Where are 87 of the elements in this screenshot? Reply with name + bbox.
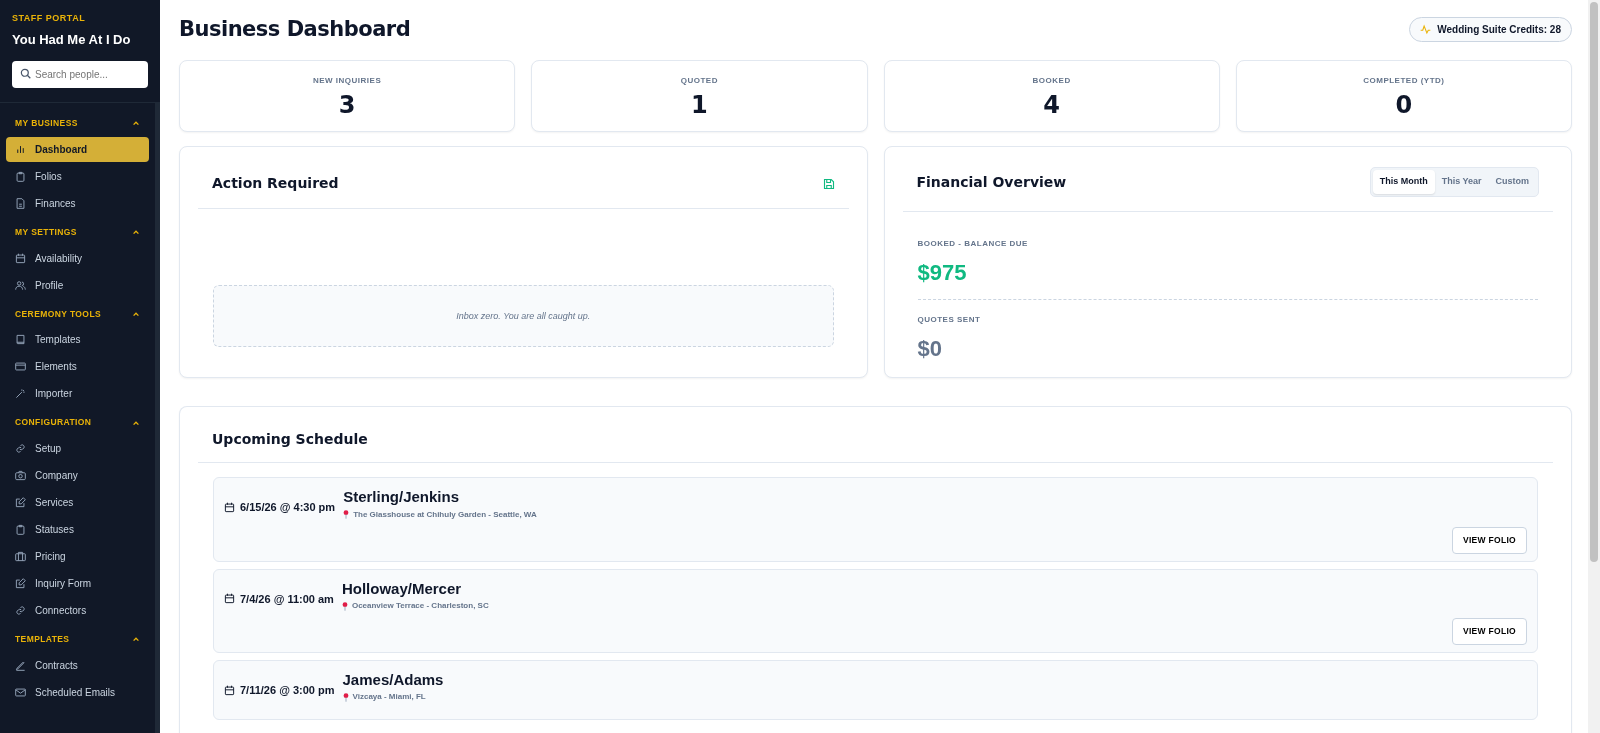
section-header[interactable]: CONFIGURATION: [6, 408, 149, 436]
sidebar-item[interactable]: Elements: [6, 354, 149, 380]
sidebar-item[interactable]: Services: [6, 490, 149, 515]
card-title: Financial Overview: [916, 172, 1067, 192]
stat-label: COMPLETED (YTD): [1362, 74, 1446, 87]
stat-value: 1: [690, 90, 709, 120]
page-title: Business Dashboard: [179, 16, 411, 43]
search-icon: [20, 68, 31, 79]
sidebar-item[interactable]: Templates: [6, 327, 149, 353]
portal-label: STAFF PORTAL: [12, 12, 87, 25]
pin-icon: [342, 692, 349, 702]
chevron-up-icon: [132, 635, 140, 644]
book-icon: [15, 334, 26, 346]
save-icon[interactable]: [822, 177, 835, 190]
view-folio-button[interactable]: VIEW FOLIO: [1451, 618, 1527, 645]
sidebar-item[interactable]: Dashboard: [6, 136, 149, 162]
sidebar-item[interactable]: Inquiry Form: [6, 571, 149, 596]
stat-value: 4: [1042, 90, 1061, 120]
stat-label: NEW INQUIRIES: [312, 74, 383, 87]
sidebar-item[interactable]: Scheduled Emails: [6, 679, 149, 705]
card-title: Action Required: [212, 174, 339, 194]
scrollbar[interactable]: [1588, 0, 1600, 733]
metric-value: $975: [917, 258, 968, 287]
edit-icon: [15, 497, 26, 508]
briefcase-icon: [15, 551, 26, 562]
sidebar-item[interactable]: Availability: [6, 245, 149, 271]
stat-label: QUOTED: [679, 74, 719, 87]
card-icon: [15, 361, 26, 373]
sidebar-item[interactable]: Contracts: [6, 652, 149, 678]
section-header[interactable]: TEMPLATES: [6, 625, 149, 653]
brand-name: You Had Me At I Do: [12, 30, 132, 49]
pin-icon: [343, 510, 350, 520]
clipboard-icon: [15, 524, 26, 535]
sidebar-item[interactable]: Setup: [6, 436, 149, 461]
sidebar-item[interactable]: Pricing: [6, 544, 149, 569]
pulse-icon: [1420, 24, 1432, 36]
sidebar-item[interactable]: Company: [6, 463, 149, 488]
calendar-icon: [224, 502, 235, 514]
stat-label: BOOKED: [1031, 74, 1072, 87]
metric-label: BOOKED - BALANCE DUE: [917, 237, 1029, 250]
sidebar-item[interactable]: Statuses: [6, 517, 149, 542]
section-header[interactable]: MY BUSINESS: [6, 109, 149, 137]
credits-text: Wedding Suite Credits: 28: [1437, 23, 1561, 38]
event-date: 7/11/26 @ 3:00 pm: [240, 682, 335, 698]
event-location: Vizcaya - Miami, FL: [352, 691, 426, 704]
metric-value: $0: [917, 334, 943, 363]
calendar-icon: [15, 252, 26, 264]
chevron-up-icon: [132, 119, 140, 128]
pin-icon: [341, 601, 348, 611]
section-header[interactable]: CEREMONY TOOLS: [6, 299, 149, 328]
stat-value: 3: [337, 90, 357, 120]
event-location: The Glasshouse at Chihuly Garden - Seattle, WA: [353, 508, 537, 521]
link-icon: [15, 605, 26, 616]
calendar-icon: [224, 684, 235, 696]
empty-message: Inbox zero. You are all caught up.: [456, 309, 591, 323]
stat-value: 0: [1394, 90, 1414, 120]
sidebar-item[interactable]: Connectors: [6, 598, 149, 623]
event-date: 7/4/26 @ 11:00 am: [240, 591, 334, 607]
edit-icon: [15, 578, 26, 589]
camera-icon: [15, 470, 26, 481]
clipboard-icon: [15, 170, 26, 182]
search-field[interactable]: Search people...: [12, 61, 148, 88]
card-title: Upcoming Schedule: [212, 430, 368, 450]
pen-icon: [15, 659, 26, 671]
event-location: Oceanview Terrace - Charleston, SC: [351, 600, 489, 613]
couple-name: Sterling/Jenkins: [343, 487, 460, 508]
chart-icon: [15, 143, 26, 155]
period-tab[interactable]: Custom: [1488, 170, 1536, 194]
sidebar-item[interactable]: Folios: [6, 163, 149, 189]
sidebar-item[interactable]: Importer: [6, 381, 149, 407]
sidebar-item[interactable]: Profile: [6, 272, 149, 298]
sidebar-item[interactable]: Finances: [6, 190, 149, 216]
view-folio-button[interactable]: VIEW FOLIO: [1451, 526, 1527, 554]
section-header[interactable]: MY SETTINGS: [6, 217, 149, 246]
document-icon: [15, 197, 26, 209]
couple-name: Holloway/Mercer: [341, 578, 463, 599]
chevron-up-icon: [132, 228, 140, 237]
event-date: 6/15/26 @ 4:30 pm: [240, 500, 336, 516]
wand-icon: [15, 388, 26, 400]
period-tab[interactable]: This Month: [1372, 170, 1435, 194]
calendar-icon: [224, 593, 235, 605]
people-icon: [15, 279, 26, 291]
couple-name: James/Adams: [342, 669, 444, 690]
mail-icon: [15, 686, 26, 698]
link-icon: [15, 443, 26, 454]
metric-label: QUOTES SENT: [917, 313, 982, 326]
period-tab[interactable]: This Year: [1434, 170, 1489, 194]
